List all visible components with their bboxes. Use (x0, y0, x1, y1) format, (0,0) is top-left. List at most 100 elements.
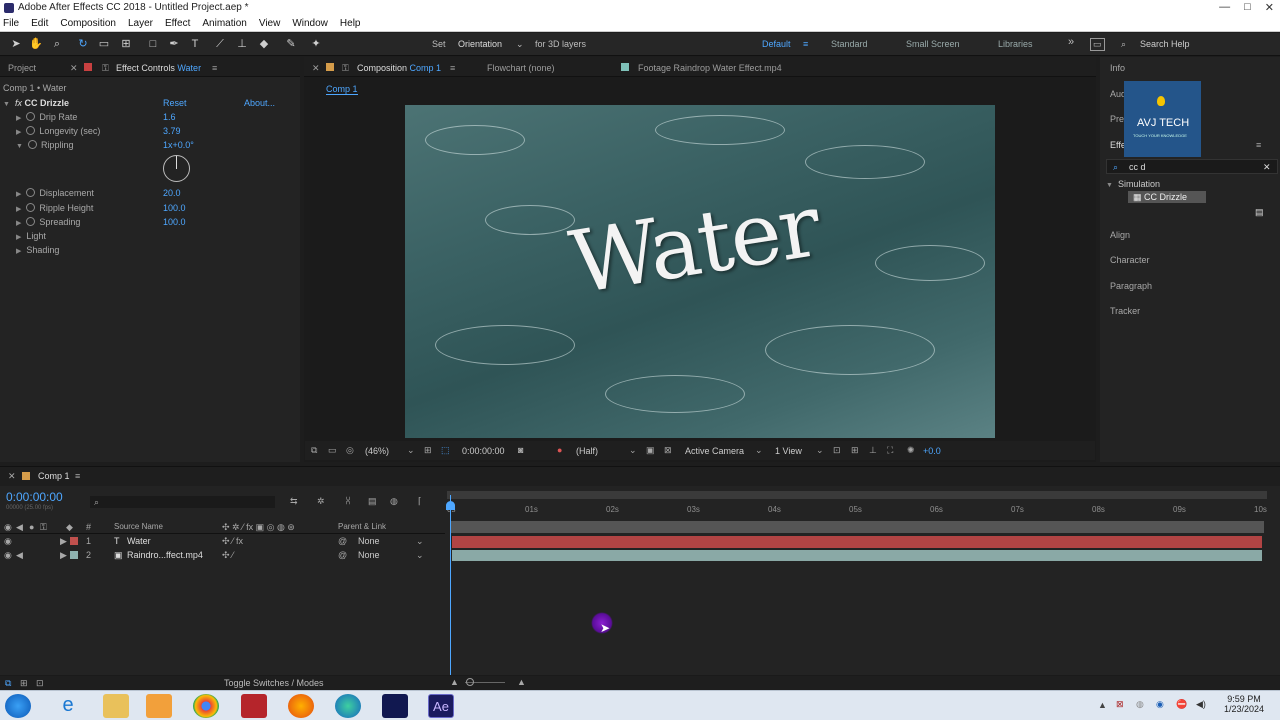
camera-dropdown[interactable]: Active Camera (685, 446, 744, 456)
camera-tool-icon[interactable]: ▭ (97, 37, 111, 51)
brush-tool-icon[interactable]: ⟋ (213, 37, 227, 51)
param-spreading[interactable]: ▶ Spreading (16, 217, 80, 227)
monitor-icon[interactable]: ▭ (328, 445, 337, 456)
effect-header[interactable]: ▼ fx CC Drizzle (3, 98, 69, 108)
workspace-menu-icon[interactable]: ≡ (803, 39, 808, 49)
align-panel-tab[interactable]: Align (1110, 230, 1130, 240)
zoom-in-icon[interactable]: ▲ (517, 677, 526, 687)
about-button[interactable]: About... (244, 98, 275, 108)
layer-row[interactable]: ◉ ▶ 1 T Water ✣ ⁄ fx @ None ⌄ (0, 534, 445, 548)
parent-dropdown[interactable]: None (358, 550, 380, 560)
puppet-pin-tool-icon[interactable]: ✦ (309, 37, 323, 51)
region-of-interest-icon[interactable]: ⬚ (441, 445, 450, 456)
panel-menu-icon[interactable]: ≡ (212, 63, 217, 73)
triangle-down-icon[interactable]: ▼ (1106, 182, 1113, 189)
fx-icon[interactable]: fx (15, 98, 22, 108)
param-drip-rate[interactable]: ▶ Drip Rate (16, 112, 77, 122)
label-color-swatch[interactable] (70, 551, 78, 559)
media-player-icon[interactable] (146, 694, 172, 718)
chevron-down-icon[interactable]: ⌄ (816, 445, 824, 456)
param-rippling[interactable]: ▼ Rippling (16, 140, 73, 150)
chevron-down-icon[interactable]: ⌄ (629, 445, 637, 456)
menu-animation[interactable]: Animation (202, 18, 246, 29)
tray-icon[interactable]: ⛔ (1176, 699, 1187, 710)
param-value[interactable]: 100.0 (163, 203, 186, 213)
tray-icon[interactable]: ◉ (1156, 699, 1164, 710)
tray-icon[interactable]: ⊠ (1116, 699, 1124, 710)
tray-overflow-icon[interactable]: ▲ (1098, 700, 1107, 710)
layer-switches[interactable]: ✣ ⁄ (222, 550, 234, 561)
layer-name[interactable]: Raindro...ffect.mp4 (127, 550, 203, 560)
zoom-dropdown[interactable]: (46%) (365, 446, 389, 456)
orientation-dropdown[interactable]: Orientation (458, 39, 502, 49)
flowchart-icon[interactable]: ⊥ (869, 445, 877, 456)
close-icon[interactable]: ✕ (70, 63, 78, 74)
exposure-value[interactable]: +0.0 (923, 446, 941, 456)
rotation-tool-icon[interactable]: ↻ (76, 37, 90, 51)
menu-composition[interactable]: Composition (60, 18, 116, 29)
toggle-icon[interactable]: ⊡ (36, 678, 44, 689)
cc-drizzle-result[interactable]: ▦ CC Drizzle (1128, 191, 1206, 203)
tab-effect-controls[interactable]: Effect Controls Water (116, 63, 201, 73)
triangle-down-icon[interactable]: ▼ (16, 143, 23, 150)
pickwhip-icon[interactable]: @ (338, 550, 347, 560)
toggle-icon[interactable]: ⊞ (20, 678, 28, 689)
graph-editor-icon[interactable]: ⌈ (418, 496, 422, 507)
playhead-handle[interactable] (446, 501, 455, 510)
param-value[interactable]: 1x+0.0° (163, 140, 194, 150)
panel-menu-icon[interactable]: ≡ (1256, 140, 1261, 150)
lock-icon[interactable]: ⚿ (102, 63, 109, 74)
clock[interactable]: 9:59 PM 1/23/2024 (1222, 694, 1266, 714)
layer-bar-water[interactable] (452, 536, 1262, 548)
pickwhip-icon[interactable]: @ (338, 536, 347, 546)
label-color-swatch[interactable] (70, 537, 78, 545)
layer-name[interactable]: Water (127, 536, 151, 546)
triangle-right-icon[interactable]: ▶ (16, 220, 21, 227)
menu-edit[interactable]: Edit (31, 18, 48, 29)
workspace-default[interactable]: Default (762, 39, 791, 49)
solo-icon[interactable]: ● (29, 522, 34, 532)
triangle-right-icon[interactable]: ▶ (16, 206, 21, 213)
maximize-button[interactable]: □ (1244, 1, 1251, 14)
composition-mini-flowchart-icon[interactable]: ⇆ (290, 496, 298, 507)
toggle-pixel-icon[interactable]: ⊡ (833, 445, 841, 456)
mask-icon[interactable]: ◎ (346, 445, 354, 456)
simulation-category[interactable]: ▼ Simulation (1106, 179, 1160, 189)
pen-tool-icon[interactable]: ✒ (167, 37, 181, 51)
effects-presets-tab[interactable]: Effects & Presets (1110, 140, 1124, 150)
menu-layer[interactable]: Layer (128, 18, 153, 29)
stopwatch-icon[interactable] (26, 217, 36, 226)
new-preset-icon[interactable]: ▤ (1255, 207, 1264, 218)
triangle-right-icon[interactable]: ▶ (60, 550, 67, 561)
tab-flowchart[interactable]: Flowchart (none) (487, 63, 555, 73)
param-displacement[interactable]: ▶ Displacement (16, 188, 94, 198)
work-area-bar[interactable] (447, 491, 1267, 499)
edge-icon[interactable] (335, 694, 361, 718)
chevron-down-icon[interactable]: ⌄ (755, 445, 763, 456)
menu-window[interactable]: Window (292, 18, 328, 29)
rotation-dial[interactable] (163, 155, 190, 182)
zoom-tool-icon[interactable]: ⌕ (50, 37, 64, 51)
transparency-grid-icon[interactable]: ▣ (646, 445, 655, 456)
type-tool-icon[interactable]: T (188, 37, 202, 51)
effects-search-input[interactable]: cc d (1129, 162, 1146, 172)
lock-icon[interactable]: ⚿ (40, 522, 47, 533)
workspace-standard[interactable]: Standard (831, 39, 868, 49)
audio-toggle-icon[interactable]: ◀ (16, 522, 23, 533)
column-source-name[interactable]: Source Name (114, 522, 163, 531)
paragraph-panel-tab[interactable]: Paragraph (1110, 281, 1152, 291)
triangle-right-icon[interactable]: ▶ (16, 234, 21, 241)
selection-tool-icon[interactable]: ➤ (9, 37, 23, 51)
triangle-right-icon[interactable]: ▶ (16, 191, 21, 198)
tab-composition[interactable]: Composition Comp 1 (357, 63, 441, 73)
clear-search-icon[interactable]: ✕ (1263, 162, 1271, 173)
motion-blur-icon[interactable]: ◍ (390, 496, 398, 507)
param-ripple-height[interactable]: ▶ Ripple Height (16, 203, 93, 213)
viewer-timecode[interactable]: 0:00:00:00 (462, 446, 505, 456)
tracker-panel-tab[interactable]: Tracker (1110, 306, 1140, 316)
composition-viewer[interactable]: Water (405, 105, 995, 438)
timeline-timecode[interactable]: 0:00:00:00 (6, 490, 63, 504)
param-value[interactable]: 20.0 (163, 188, 181, 198)
workspace-small-screen[interactable]: Small Screen (906, 39, 960, 49)
menu-file[interactable]: File (3, 18, 19, 29)
